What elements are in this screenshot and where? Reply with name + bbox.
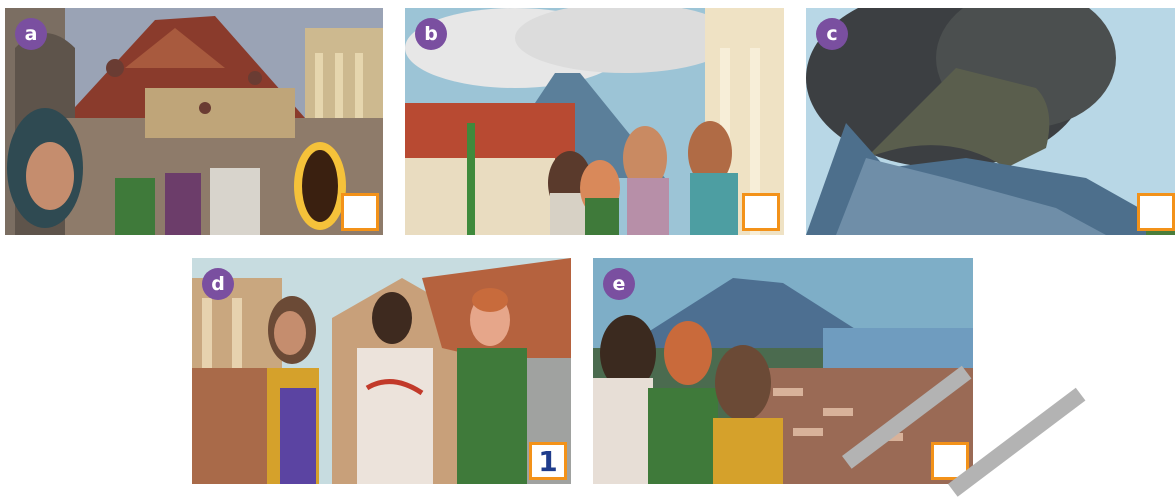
scene-image-b: [405, 8, 784, 235]
panel-letter-b: b: [415, 18, 447, 50]
scene-image-a: [5, 8, 383, 235]
answer-box-a[interactable]: [341, 193, 379, 231]
answer-box-b[interactable]: [742, 193, 780, 231]
panel-letter-d: d: [202, 268, 234, 300]
answer-box-c[interactable]: [1137, 193, 1175, 231]
picture-panel-d: d 1: [192, 258, 571, 484]
scene-image-e: [593, 258, 973, 484]
answer-box-d[interactable]: 1: [529, 442, 567, 480]
scene-image-d: [192, 258, 571, 484]
picture-panel-a: a: [5, 8, 383, 235]
picture-panel-b: b: [405, 8, 784, 235]
panel-letter-c: c: [816, 18, 848, 50]
scene-image-c: [806, 8, 1175, 235]
panel-letter-e: e: [603, 268, 635, 300]
picture-panel-e: e: [593, 258, 973, 484]
picture-panel-c: c: [806, 8, 1175, 235]
panel-letter-a: a: [15, 18, 47, 50]
